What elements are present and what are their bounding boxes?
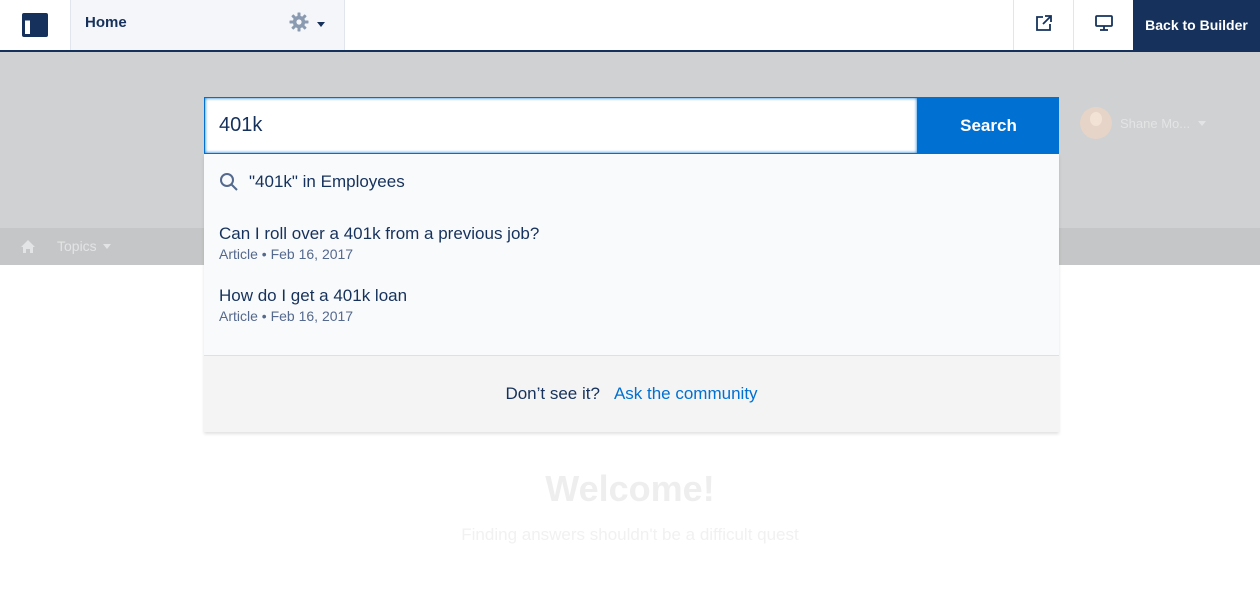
result-title: How do I get a 401k loan: [219, 286, 408, 305]
footer-prompt: Don’t see it?: [505, 384, 600, 403]
preview-device-button[interactable]: [1073, 0, 1133, 50]
chevron-down-icon: [1198, 120, 1207, 126]
search-suggestions: "401k" in Employees Can I roll over a 40…: [204, 154, 1059, 432]
gear-icon: [289, 12, 309, 37]
user-profile-menu[interactable]: Shane Mo...: [1080, 107, 1207, 139]
ask-community-link[interactable]: Ask the community: [614, 384, 758, 404]
layout-icon[interactable]: [0, 0, 70, 50]
list-item[interactable]: How do I get a 401k loan Article • Feb 1…: [204, 276, 1059, 338]
page-settings-button[interactable]: [289, 12, 337, 37]
page-picker[interactable]: Home: [70, 0, 345, 50]
result-meta: Article • Feb 16, 2017: [219, 246, 354, 262]
suggestions-spacer: [204, 338, 1059, 355]
page-name: Home: [85, 14, 127, 31]
external-link-icon: [1034, 13, 1054, 38]
user-name: Shane Mo...: [1120, 115, 1191, 131]
search-bar: Search: [204, 97, 1059, 154]
home-icon[interactable]: [20, 239, 36, 259]
result-meta: Article • Feb 16, 2017: [219, 308, 354, 324]
search-icon: [219, 172, 239, 197]
topics-label: Topics: [57, 238, 97, 254]
desktop-preview-icon: [1094, 13, 1114, 38]
open-in-new-window-button[interactable]: [1013, 0, 1073, 50]
chevron-down-icon: [317, 21, 325, 27]
search-panel: Search "401k" in Employees Can I roll ov…: [204, 97, 1059, 432]
avatar: [1080, 107, 1112, 139]
search-button[interactable]: Search: [918, 97, 1059, 154]
result-title: Can I roll over a 401k from a previous j…: [219, 224, 540, 243]
list-item[interactable]: Can I roll over a 401k from a previous j…: [204, 214, 1059, 276]
welcome-subtitle: Finding answers shouldn't be a difficult…: [461, 525, 799, 544]
topics-menu[interactable]: Topics: [57, 238, 111, 254]
search-input[interactable]: [204, 97, 918, 154]
suggestions-footer: Don’t see it? Ask the community: [204, 355, 1059, 432]
back-to-builder-button[interactable]: Back to Builder: [1133, 0, 1260, 50]
chevron-down-icon: [102, 243, 111, 249]
scope-suggestion-text: "401k" in Employees: [249, 172, 405, 191]
scope-suggestion[interactable]: "401k" in Employees: [204, 154, 1059, 214]
builder-toolbar: Home Back to Builder: [0, 0, 1260, 52]
welcome-title: Welcome!: [545, 468, 715, 509]
